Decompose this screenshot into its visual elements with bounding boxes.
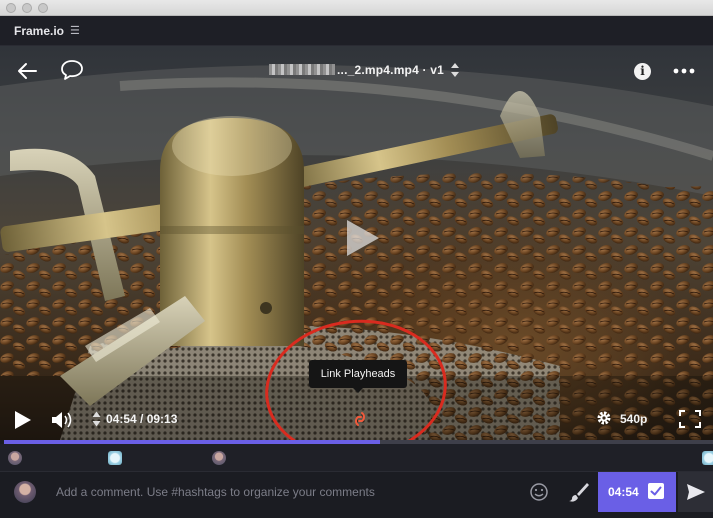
comment-marker-avatar[interactable] — [108, 451, 122, 465]
volume-icon[interactable] — [50, 409, 76, 431]
play-icon[interactable] — [14, 410, 32, 430]
link-playheads-tooltip: Link Playheads — [309, 360, 407, 393]
fullscreen-icon[interactable] — [678, 409, 702, 429]
hamburger-icon[interactable]: ☰ — [70, 24, 80, 37]
redacted-filename — [269, 64, 335, 75]
app-title: Frame.io — [14, 24, 65, 38]
comment-marker-avatar[interactable] — [702, 451, 713, 465]
app-header: Frame.io ☰ — [0, 16, 713, 46]
more-options-icon[interactable] — [672, 65, 696, 77]
window-title-bar — [0, 0, 713, 16]
send-icon — [687, 484, 705, 500]
comment-timestamp-toggle[interactable]: 04:54 — [598, 472, 676, 512]
file-title-text: ..._2.mp4.mp4 · v1 — [337, 63, 444, 77]
comment-bar: 04:54 — [0, 472, 713, 518]
close-window-button[interactable] — [6, 3, 16, 13]
brush-icon[interactable] — [568, 481, 590, 503]
emoji-icon[interactable] — [529, 482, 549, 502]
comment-marker-avatar[interactable] — [212, 451, 226, 465]
file-title[interactable]: ..._2.mp4.mp4 · v1 — [0, 63, 713, 77]
quality-selector[interactable]: 540p — [620, 412, 647, 426]
gear-icon[interactable] — [596, 410, 612, 426]
video-player[interactable]: ..._2.mp4.mp4 · v1 i Link Playheads 04:5… — [0, 46, 713, 440]
timecode-toggle-icon[interactable] — [92, 410, 101, 428]
app-window: Frame.io ☰ ..._2.mp4.mp4 · v1 i Link Pla… — [0, 0, 713, 518]
comment-markers-timeline — [0, 444, 713, 472]
zoom-window-button[interactable] — [38, 3, 48, 13]
link-playheads-icon[interactable] — [351, 410, 369, 428]
comment-input[interactable] — [46, 478, 516, 506]
info-icon[interactable]: i — [634, 63, 651, 80]
timecode-display: 04:54 / 09:13 — [106, 412, 178, 426]
send-button[interactable] — [678, 472, 713, 512]
checkmark-icon — [650, 486, 662, 496]
big-play-icon[interactable] — [345, 218, 381, 258]
version-switch-icon[interactable] — [450, 62, 460, 78]
user-avatar — [14, 481, 36, 503]
minimize-window-button[interactable] — [22, 3, 32, 13]
comment-marker-avatar[interactable] — [8, 451, 22, 465]
timestamp-checkbox[interactable] — [648, 483, 664, 499]
comment-timestamp: 04:54 — [608, 485, 639, 499]
